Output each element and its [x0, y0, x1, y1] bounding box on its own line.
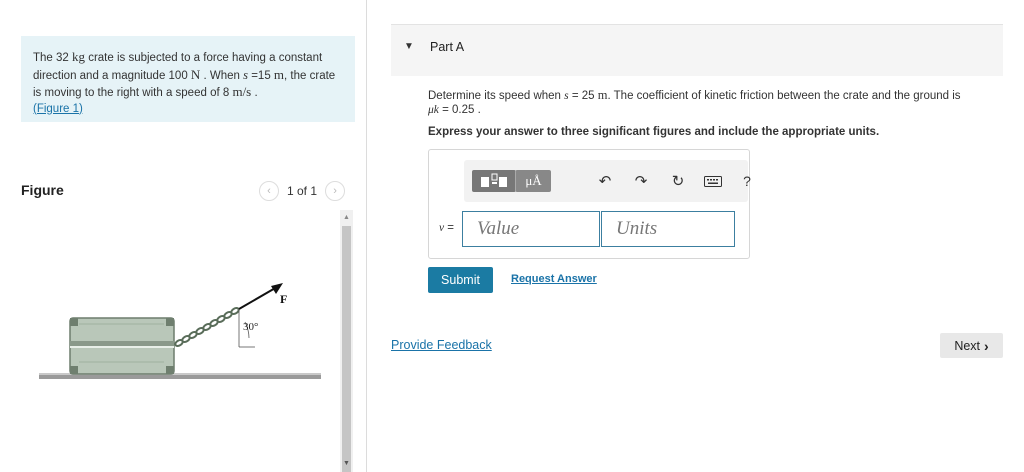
units-button[interactable]: μÅ [515, 170, 551, 192]
undo-icon[interactable]: ↶ [594, 170, 616, 192]
figure-pager: ‹ 1 of 1 › [259, 181, 346, 201]
distance-unit: m [273, 66, 285, 82]
part-header[interactable]: ▼ Part A [391, 24, 1003, 76]
next-figure-button[interactable]: › [325, 181, 346, 201]
answer-instruction: Express your answer to three significant… [428, 126, 880, 138]
units-input[interactable]: Units [601, 211, 735, 247]
column-divider [366, 0, 367, 472]
redo-icon[interactable]: ↷ [630, 170, 652, 192]
figure-scrollbar[interactable]: ▲ ▼ [340, 210, 353, 472]
next-button[interactable]: Next › [940, 333, 1003, 358]
question-text: Determine its speed when s = 25 m. The c… [428, 88, 998, 117]
help-icon[interactable]: ? [736, 170, 758, 192]
mass-unit: kg [72, 49, 85, 64]
crate [69, 317, 175, 375]
request-answer-link[interactable]: Request Answer [511, 273, 597, 285]
submit-button[interactable]: Submit [428, 267, 493, 293]
equals-sign: = [444, 222, 455, 234]
chevron-right-icon: › [333, 185, 337, 197]
mu-kinetic: μk [428, 104, 439, 116]
figure-link[interactable]: (Figure 1) [33, 103, 83, 115]
problem-statement: The 32 kg crate is subjected to a force … [21, 36, 355, 122]
question-fragment: Determine its speed when [428, 90, 565, 102]
speed-unit: m/s [232, 84, 252, 99]
provide-feedback-link[interactable]: Provide Feedback [391, 338, 492, 352]
problem-text: . When [200, 69, 244, 82]
scroll-down-icon[interactable]: ▼ [343, 460, 350, 467]
crate-diagram: F 30° [39, 283, 321, 379]
pager-count: 1 of 1 [287, 184, 318, 198]
templates-button[interactable] [472, 170, 516, 192]
question-fragment: = 0.25 . [438, 104, 481, 116]
chain [174, 307, 240, 347]
caret-down-icon[interactable]: ▼ [404, 41, 414, 52]
scroll-thumb[interactable] [342, 226, 351, 472]
templates-icon [481, 173, 507, 187]
figure-image: F 30° [21, 210, 339, 472]
next-label: Next [954, 338, 981, 353]
value-input[interactable]: Value [462, 211, 600, 247]
force-label: F [280, 292, 287, 306]
scroll-up-icon[interactable]: ▲ [343, 214, 350, 221]
chevron-right-icon: › [984, 337, 989, 354]
prev-figure-button[interactable]: ‹ [259, 181, 279, 201]
chevron-left-icon: ‹ [267, 185, 271, 197]
math-toolbar: μÅ ↶ ↷ ↻ ? [464, 160, 751, 202]
keyboard-icon[interactable] [702, 170, 724, 192]
keyboard-glyph [704, 175, 722, 187]
force-arrow [238, 286, 278, 310]
problem-text: The 32 [33, 52, 72, 64]
ground-surface [39, 375, 321, 379]
force-unit: N [190, 66, 201, 82]
reset-icon[interactable]: ↻ [667, 170, 689, 192]
problem-text: =15 [248, 69, 274, 82]
answer-box: μÅ ↶ ↷ ↻ ? v = Value Units [428, 149, 751, 259]
angle-label: 30° [243, 321, 258, 333]
question-fragment: = 25 [568, 90, 598, 102]
figure-title: Figure [21, 182, 64, 198]
distance-unit: m [597, 88, 608, 102]
v-label: v = [439, 222, 454, 234]
problem-text: . [251, 87, 258, 99]
question-fragment: . The coefficient of kinetic friction be… [607, 90, 961, 102]
part-title: Part A [430, 40, 465, 54]
